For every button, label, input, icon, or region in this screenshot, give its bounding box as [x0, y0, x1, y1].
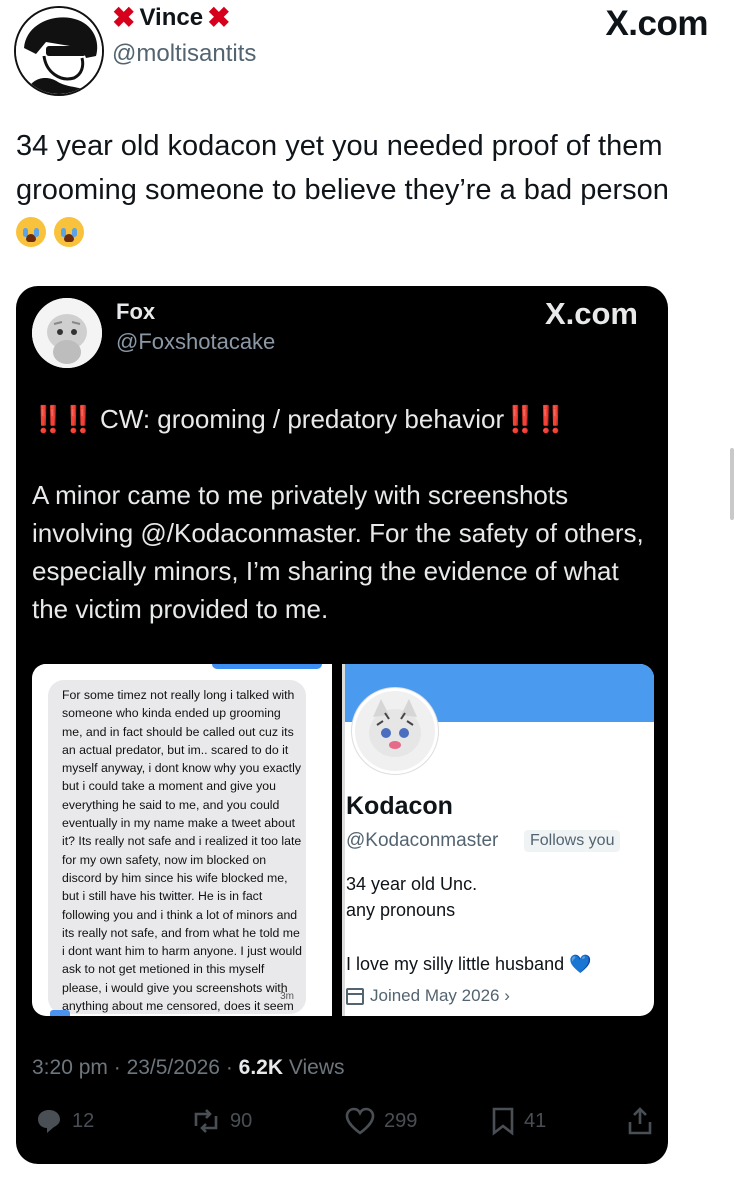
bookmark-button[interactable]: 41: [490, 1106, 546, 1136]
message-time: 3m: [280, 991, 294, 1002]
heart-icon: [345, 1107, 375, 1135]
avatar: [352, 688, 438, 774]
scrollbar[interactable]: [730, 448, 734, 520]
display-name: Vince: [139, 4, 204, 31]
user-handle[interactable]: @Foxshotacake: [116, 329, 275, 355]
bookmark-count: 41: [524, 1109, 547, 1132]
double-exclamation-icon: ‼️‼️: [504, 404, 567, 434]
views-label: Views: [288, 1056, 345, 1079]
image-divider: [342, 664, 345, 1016]
views-count: 6.2K: [238, 1056, 284, 1079]
profile-bio-line: 34 year old Unc.: [346, 874, 478, 894]
loudly-crying-face-icon: [54, 217, 84, 247]
cw-text: CW: grooming / predatory behavior: [99, 404, 505, 434]
chat-topbar: [32, 664, 332, 670]
red-x-icon: ✖: [207, 2, 231, 33]
like-button[interactable]: 299: [344, 1106, 417, 1136]
reply-count: 12: [72, 1109, 95, 1132]
tweet-body: 34 year old kodacon yet you needed proof…: [16, 130, 669, 206]
profile-handle: @Kodaconmaster: [346, 830, 499, 851]
avatar[interactable]: [14, 6, 104, 96]
bookmark-icon: [492, 1107, 514, 1136]
share-button[interactable]: [626, 1106, 654, 1136]
avatar[interactable]: [32, 298, 102, 368]
tweet-date[interactable]: 23/5/2026: [127, 1056, 220, 1079]
tweet-meta: 3:20 pm · 23/5/2026 · 6.2K Views: [32, 1056, 345, 1079]
brand-watermark: X.com: [605, 4, 708, 44]
calendar-icon: [346, 987, 364, 1005]
attached-image-message[interactable]: For some timez not really long i talked …: [32, 664, 332, 1016]
loudly-crying-face-icon: [16, 217, 46, 247]
blue-heart-icon: 💙: [569, 954, 592, 974]
display-name-row[interactable]: ✖ Vince ✖: [112, 4, 231, 32]
red-x-icon: ✖: [112, 2, 136, 33]
reaction-indicator: [50, 1010, 70, 1016]
profile-name: Kodacon: [346, 792, 453, 820]
profile-bio-line: any pronouns: [346, 900, 456, 920]
message-bubble: For some timez not really long i talked …: [48, 680, 306, 1014]
quoted-tweet-body: A minor came to me privately with screen…: [32, 480, 644, 624]
tweet-text: 34 year old kodacon yet you needed proof…: [16, 124, 722, 256]
tweet-time[interactable]: 3:20 pm: [32, 1056, 108, 1079]
repost-button[interactable]: 90: [190, 1106, 252, 1136]
joined-text: Joined May 2026 ›: [370, 986, 510, 1005]
profile-bio-text: I love my silly little husband: [346, 954, 565, 974]
brand-text: X.com: [544, 296, 638, 331]
profile-bio-line: I love my silly little husband 💙: [346, 954, 592, 975]
quoted-tweet-card[interactable]: Fox @Foxshotacake X.com ‼️‼️ CW: groomin…: [16, 286, 668, 1164]
brand-text: X.com: [605, 4, 708, 43]
brand-watermark: X.com: [545, 296, 638, 332]
user-handle[interactable]: @moltisantits: [112, 40, 256, 68]
content-warning: ‼️‼️ CW: grooming / predatory behavior‼️…: [32, 404, 567, 435]
action-bar: 12 90 299 41: [34, 1106, 654, 1140]
double-exclamation-icon: ‼️‼️: [32, 404, 95, 434]
reply-button[interactable]: 12: [34, 1106, 94, 1136]
reply-icon: [38, 1110, 60, 1133]
display-name[interactable]: Fox: [116, 299, 155, 325]
attached-image-profile[interactable]: Kodacon @Kodaconmaster Follows you 34 ye…: [342, 664, 654, 1016]
follows-you-badge: Follows you: [524, 830, 621, 852]
like-count: 299: [384, 1109, 418, 1132]
message-text: For some timez not really long i talked …: [62, 688, 302, 1014]
share-icon: [628, 1107, 652, 1135]
profile-joined: Joined May 2026 ›: [346, 986, 510, 1006]
repost-count: 90: [230, 1109, 253, 1132]
repost-icon: [194, 1109, 218, 1133]
